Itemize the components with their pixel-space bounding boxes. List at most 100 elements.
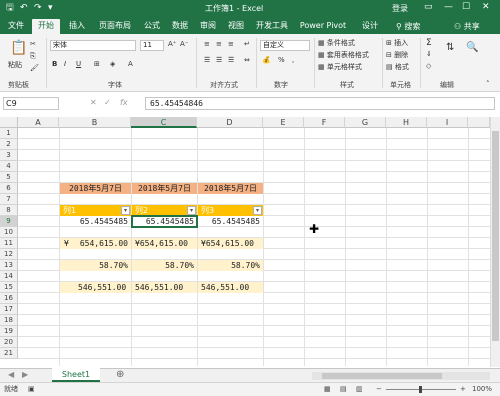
undo-icon[interactable]: ↶ [20, 2, 28, 15]
login-link[interactable]: 登录 [392, 3, 408, 14]
row-header[interactable]: 10 [0, 227, 18, 238]
add-sheet-icon[interactable]: ⊕ [116, 369, 124, 380]
row-header[interactable]: 1 [0, 128, 18, 139]
cell-styles-button[interactable]: ▦ 单元格样式 [318, 62, 362, 72]
align-middle-icon[interactable]: ≡ [216, 40, 222, 48]
close-icon[interactable]: ✕ [482, 2, 490, 12]
maximize-icon[interactable]: ☐ [462, 2, 470, 12]
scroll-left-icon[interactable]: ◀ [8, 370, 14, 379]
cell-c11[interactable]: ¥654,615.00 [132, 238, 197, 249]
tab-file[interactable]: 文件 [4, 19, 28, 34]
row-header[interactable]: 4 [0, 161, 18, 172]
fill-color-icon[interactable]: ◈ [110, 60, 115, 68]
zoom-out-icon[interactable]: − [376, 383, 382, 396]
column-header-f[interactable]: F [304, 117, 345, 128]
tab-page-layout[interactable]: 页面布局 [94, 19, 136, 34]
cell-c6[interactable]: 2018年5月7日 [132, 183, 197, 194]
column-header-h[interactable]: H [386, 117, 427, 128]
row-header[interactable]: 18 [0, 315, 18, 326]
row-header[interactable]: 13 [0, 260, 18, 271]
copy-icon[interactable]: ⎘ [30, 52, 36, 61]
currency-icon[interactable]: 💰 [262, 56, 271, 64]
percent-button[interactable]: % [278, 56, 285, 64]
paste-icon[interactable]: 📋 [10, 40, 27, 56]
select-all-corner[interactable] [0, 117, 18, 128]
cell-d6[interactable]: 2018年5月7日 [198, 183, 263, 194]
cell-b6[interactable]: 2018年5月7日 [60, 183, 131, 194]
filter-dropdown-icon[interactable]: ▾ [253, 206, 262, 215]
format-as-table-button[interactable]: ▦ 套用表格格式 [318, 50, 369, 60]
table-header-cell[interactable]: 列3 ▾ [198, 205, 263, 216]
share-button[interactable]: ⚇ 共享 [454, 21, 480, 32]
row-header[interactable]: 5 [0, 172, 18, 183]
cancel-icon[interactable]: ✕ [90, 98, 97, 107]
row-header[interactable]: 12 [0, 249, 18, 260]
cell-d13[interactable]: 58.70% [198, 260, 263, 271]
minimize-icon[interactable]: — [444, 2, 453, 12]
autosum-icon[interactable]: Σ [426, 38, 432, 48]
collapse-ribbon-icon[interactable]: ˄ [486, 80, 490, 88]
wrap-text-icon[interactable]: ↵ [244, 40, 250, 48]
clear-icon[interactable]: ◇ [426, 62, 431, 70]
horizontal-scrollbar[interactable] [312, 372, 490, 380]
search-box[interactable]: ⚲ 搜索 [396, 21, 420, 32]
font-name-select[interactable]: 宋体 [50, 40, 136, 51]
table-header-cell[interactable]: 列1 ▾ [60, 205, 131, 216]
row-header[interactable]: 3 [0, 150, 18, 161]
fill-icon[interactable]: ⇓ [426, 50, 432, 58]
tab-view[interactable]: 视图 [224, 19, 248, 34]
normal-view-icon[interactable]: ▦ [324, 383, 331, 396]
row-header[interactable]: 15 [0, 282, 18, 293]
tab-review[interactable]: 审阅 [196, 19, 220, 34]
tab-insert[interactable]: 插入 [64, 19, 90, 34]
filter-dropdown-icon[interactable]: ▾ [187, 206, 196, 215]
cell-c13[interactable]: 58.70% [132, 260, 197, 271]
row-header[interactable]: 14 [0, 271, 18, 282]
border-icon[interactable]: ⊞ [94, 60, 100, 68]
align-top-icon[interactable]: ≡ [204, 40, 210, 48]
cell-d11[interactable]: ¥654,615.00 [198, 238, 263, 249]
tab-developer[interactable]: 开发工具 [252, 19, 292, 34]
find-select-icon[interactable]: 🔍 [466, 42, 478, 53]
zoom-in-icon[interactable]: + [460, 383, 466, 396]
align-bottom-icon[interactable]: ≡ [228, 40, 234, 48]
align-left-icon[interactable]: ☰ [204, 56, 210, 64]
ribbon-display-icon[interactable]: ▭ [424, 2, 433, 12]
column-header-c[interactable]: C [131, 117, 197, 128]
shrink-font-icon[interactable]: A⁻ [180, 40, 188, 48]
macro-record-icon[interactable]: ▣ [28, 383, 35, 396]
row-header[interactable]: 9 [0, 216, 18, 227]
tab-data[interactable]: 数据 [168, 19, 192, 34]
delete-cells-button[interactable]: ⊟ 删除 [386, 50, 408, 60]
enter-icon[interactable]: ✓ [104, 98, 111, 107]
column-header-a[interactable]: A [18, 117, 59, 128]
column-header-d[interactable]: D [197, 117, 263, 128]
column-header-b[interactable]: B [59, 117, 131, 128]
underline-button[interactable]: U [76, 60, 81, 68]
align-right-icon[interactable]: ☰ [228, 56, 234, 64]
row-header[interactable]: 17 [0, 304, 18, 315]
align-center-icon[interactable]: ☰ [216, 56, 222, 64]
row-header[interactable]: 7 [0, 194, 18, 205]
filter-dropdown-icon[interactable]: ▾ [121, 206, 130, 215]
zoom-level[interactable]: 100% [472, 383, 492, 396]
formula-input[interactable]: 65.45454846 [145, 97, 495, 110]
row-header[interactable]: 19 [0, 326, 18, 337]
bold-button[interactable]: B [52, 60, 57, 68]
number-format-select[interactable]: 自定义 [260, 40, 310, 51]
tab-design[interactable]: 设计 [356, 19, 384, 34]
tab-home[interactable]: 开始 [32, 19, 60, 34]
redo-icon[interactable]: ↷ [34, 2, 42, 15]
tab-power-pivot[interactable]: Power Pivot [298, 19, 348, 34]
format-cells-button[interactable]: ▤ 格式 [386, 62, 409, 72]
row-header[interactable]: 8 [0, 205, 18, 216]
cell-d15[interactable]: 546,551.00 [198, 282, 263, 293]
customize-qat-icon[interactable]: ▾ [48, 2, 53, 15]
cell-d9[interactable]: 65.4545485 [198, 216, 263, 227]
sheet-tab-sheet1[interactable]: Sheet1 [52, 368, 100, 382]
cell-b11[interactable]: ¥ 654,615.00 [60, 238, 131, 249]
insert-cells-button[interactable]: ⊞ 插入 [386, 38, 408, 48]
row-header[interactable]: 16 [0, 293, 18, 304]
italic-button[interactable]: I [64, 60, 66, 68]
column-header-i[interactable]: I [427, 117, 468, 128]
